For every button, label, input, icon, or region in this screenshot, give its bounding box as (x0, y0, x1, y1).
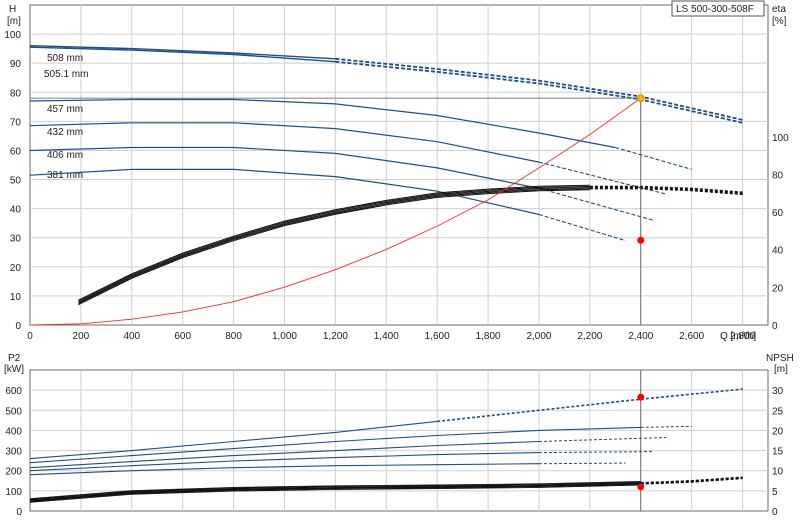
q-tick-label: 400 (123, 331, 140, 342)
eta-axis-label: eta (772, 4, 786, 15)
p2-tick-label: 400 (5, 426, 22, 437)
npsh-tick-label: 5 (772, 487, 778, 498)
q-tick-label: 1,000 (272, 331, 297, 342)
h-tick-label: 90 (10, 59, 22, 70)
duty-point-head-marker (636, 94, 645, 102)
q-tick-label: 1,800 (476, 331, 501, 342)
q-tick-label: 2,400 (628, 331, 653, 342)
eta-tick-label: 100 (772, 133, 789, 144)
q-tick-label: 1,400 (374, 331, 399, 342)
duty-point-eta-marker (637, 236, 645, 244)
h-tick-label: 10 (10, 292, 22, 303)
efficiency-curve (78, 184, 590, 301)
q-tick-label: 2,200 (577, 331, 602, 342)
eta-tick-label: 80 (772, 170, 784, 181)
q-tick-label: 2,600 (679, 331, 704, 342)
npsh-tick-label: 25 (772, 406, 784, 417)
curve-label-432: 432 mm (47, 127, 83, 138)
efficiency-curve (78, 189, 590, 306)
curve-label-457: 457 mm (47, 104, 83, 115)
q-tick-label: 1,600 (425, 331, 450, 342)
curve-label-508: 508 mm (47, 53, 83, 64)
h-tick-label: 100 (4, 30, 21, 41)
power-tick-labels: 0 100 200 300 400 500 600 0 5 10 15 20 25 30 (5, 386, 783, 518)
power-curve-dashed (538, 451, 654, 454)
head-axis-label-unit: [m] (7, 16, 21, 27)
npsh-tick-label: 30 (772, 386, 784, 397)
eta-tick-label: 40 (772, 246, 784, 257)
head-tick-labels: 0 200 400 600 800 1,000 1,200 1,400 1,600 1,800 2,… (4, 30, 789, 342)
p2-tick-label: 600 (5, 386, 22, 397)
pump-model-label: LS 500-300-508F (676, 4, 754, 15)
npsh-tick-label: 20 (772, 426, 784, 437)
p2-axis-label-unit: [kW] (4, 364, 24, 375)
power-plot-frame (29, 369, 769, 512)
p2-axis-label: P2 (8, 353, 21, 364)
eta-tick-label: 60 (772, 208, 784, 219)
eta-tick-label: 0 (772, 321, 778, 332)
duty-point-npsh-marker (637, 483, 645, 491)
h-tick-label: 20 (10, 263, 22, 274)
head-grid (30, 5, 768, 325)
curve-label-381: 381 mm (47, 170, 83, 181)
q-tick-label: 200 (73, 331, 90, 342)
h-tick-label: 30 (10, 234, 22, 245)
npsh-axis-label-unit: [m] (774, 364, 788, 375)
q-tick-label: 600 (174, 331, 191, 342)
pump-performance-chart: H [m] eta [%] Q [m³/h] P2 [kW] NPSH [m] … (4, 0, 794, 518)
head-axis-label-h: H (9, 4, 16, 15)
curve-label-505: 505.1 mm (44, 69, 88, 80)
q-tick-label: 800 (225, 331, 242, 342)
head-curve-dashed-381 (538, 213, 626, 242)
npsh-axis-label: NPSH (766, 353, 794, 364)
q-tick-label: 1,200 (323, 331, 348, 342)
p2-tick-label: 300 (5, 447, 22, 458)
power-curve-dashed (538, 462, 626, 465)
h-tick-label: 40 (10, 205, 22, 216)
npsh-tick-label: 10 (772, 467, 784, 478)
npsh-tick-label: 15 (772, 447, 784, 458)
power-grid (30, 370, 768, 511)
h-tick-label: 80 (10, 88, 22, 99)
p2-tick-label: 0 (16, 507, 22, 518)
efficiency-curve-dashed (589, 188, 743, 196)
power-curve-dashed (538, 437, 667, 442)
npsh-tick-label: 0 (772, 507, 778, 518)
p2-tick-label: 200 (5, 467, 22, 478)
efficiency-curve (78, 186, 590, 302)
h-tick-label: 70 (10, 117, 22, 128)
q-tick-label: 2,800 (730, 331, 755, 342)
eta-tick-label: 20 (772, 283, 784, 294)
h-tick-label: 50 (10, 176, 22, 187)
h-tick-label: 60 (10, 146, 22, 157)
duty-point-p2-marker (637, 393, 645, 401)
efficiency-curve (78, 187, 590, 303)
q-tick-label: 2,000 (526, 331, 551, 342)
p2-tick-label: 100 (5, 487, 22, 498)
efficiency-curve (78, 188, 590, 304)
p2-tick-label: 500 (5, 406, 22, 417)
eta-axis-label-unit: [%] (772, 16, 787, 27)
h-tick-label: 0 (15, 321, 21, 332)
head-plot-frame (29, 4, 769, 326)
head-curve-dashed-406 (538, 187, 654, 221)
power-curve-dashed (640, 425, 692, 428)
curve-label-406: 406 mm (47, 150, 83, 161)
q-tick-label: 0 (27, 331, 33, 342)
